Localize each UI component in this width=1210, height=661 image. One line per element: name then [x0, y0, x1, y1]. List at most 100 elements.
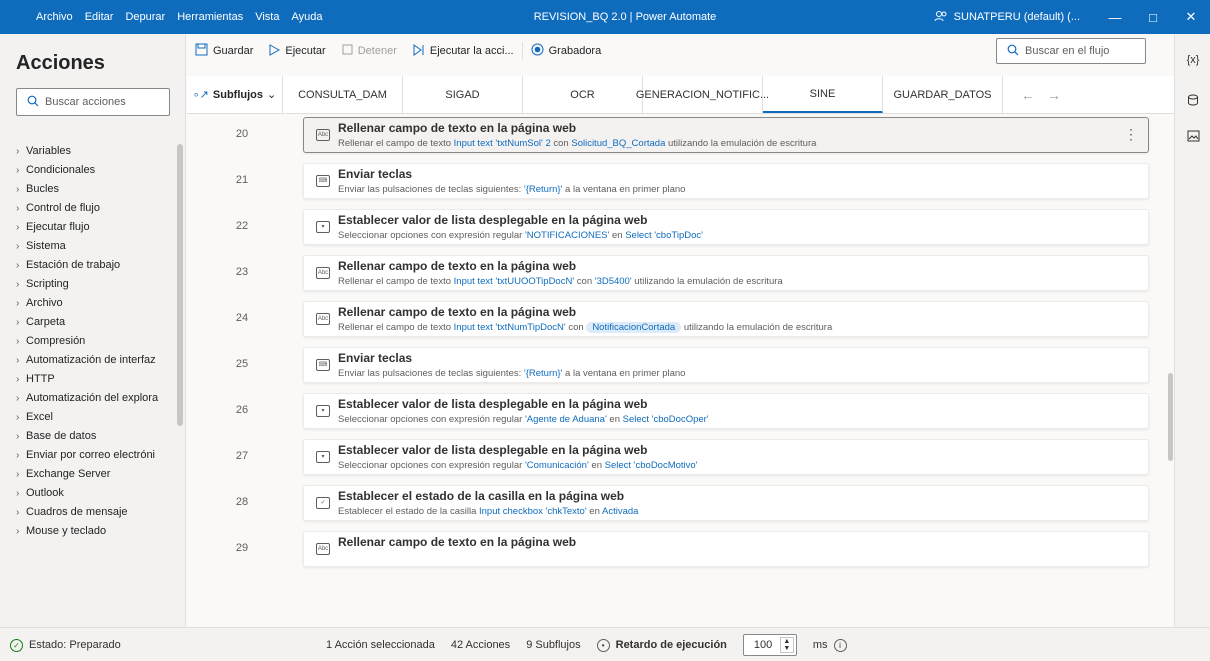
- delay-input[interactable]: 100 ▲ ▼: [742, 634, 797, 656]
- flow-step[interactable]: 26 ▾ Establecer valor de lista desplegable…: [187, 387, 1174, 433]
- action-category[interactable]: › Outlook: [0, 484, 176, 503]
- chevron-right-icon: ›: [16, 317, 20, 328]
- action-category[interactable]: › Excel: [0, 408, 176, 427]
- action-category[interactable]: › Bucles: [0, 180, 176, 199]
- run-action-button[interactable]: Ejecutar la acci...: [405, 38, 522, 64]
- action-category[interactable]: › Scripting: [0, 275, 176, 294]
- tab-sigad[interactable]: SIGAD: [403, 76, 523, 113]
- action-category[interactable]: › Archivo: [0, 294, 176, 313]
- tab-sine[interactable]: SINE: [763, 76, 883, 113]
- chevron-right-icon: ›: [16, 355, 20, 366]
- search-actions-input[interactable]: Buscar acciones: [16, 88, 170, 116]
- close-icon[interactable]: ✕: [1172, 0, 1210, 34]
- action-category[interactable]: › Base de datos: [0, 427, 176, 446]
- action-category[interactable]: › Exchange Server: [0, 465, 176, 484]
- run-button[interactable]: Ejecutar: [261, 38, 333, 64]
- spinner-icon[interactable]: ▲ ▼: [779, 637, 794, 653]
- menu-herramientas[interactable]: Herramientas: [171, 0, 249, 34]
- action-category[interactable]: › Automatización del explora: [0, 389, 176, 408]
- action-text: a la ventana en primer plano: [562, 368, 686, 379]
- action-category[interactable]: › Mouse y teclado: [0, 522, 176, 541]
- action-category[interactable]: › Compresión: [0, 332, 176, 351]
- action-description: Enviar las pulsaciones de teclas siguien…: [338, 368, 685, 379]
- flow-step[interactable]: 23 Abc Rellenar campo de texto en la págin…: [187, 249, 1174, 295]
- action-parameter: 'NOTIFICACIONES': [524, 230, 610, 241]
- action-card[interactable]: ⌨ Enviar teclas Enviar las pulsaciones de …: [303, 163, 1149, 199]
- action-card[interactable]: Abc Rellenar campo de texto en la página …: [303, 301, 1149, 337]
- menu-editar[interactable]: Editar: [79, 0, 120, 34]
- subflow-tabs: ∘↗ Subflujos ⌄ CONSULTA_DAM SIGAD OCR GE…: [187, 76, 1174, 114]
- action-category[interactable]: › Automatización de interfaz: [0, 351, 176, 370]
- action-category[interactable]: › Ejecutar flujo: [0, 218, 176, 237]
- save-button[interactable]: Guardar: [187, 38, 261, 64]
- flow-step[interactable]: 25 ⌨ Enviar teclas Enviar las pulsaciones d…: [187, 341, 1174, 387]
- flow-step[interactable]: 21 ⌨ Enviar teclas Enviar las pulsaciones d…: [187, 157, 1174, 203]
- flow-step[interactable]: 22 ▾ Establecer valor de lista desplegable…: [187, 203, 1174, 249]
- tab-ocr[interactable]: OCR: [523, 76, 643, 113]
- action-text: a la ventana en primer plano: [562, 184, 686, 195]
- flow-search-input[interactable]: Buscar en el flujo: [996, 38, 1146, 64]
- chevron-right-icon: ›: [16, 260, 20, 271]
- action-card[interactable]: ▾ Establecer valor de lista desplegable e…: [303, 393, 1149, 429]
- action-category[interactable]: › HTTP: [0, 370, 176, 389]
- flow-step[interactable]: 24 Abc Rellenar campo de texto en la págin…: [187, 295, 1174, 341]
- action-title: Enviar teclas: [338, 351, 413, 365]
- step-number: 27: [235, 450, 249, 462]
- action-category[interactable]: › Variables: [0, 142, 176, 161]
- action-card[interactable]: Abc Rellenar campo de texto en la página …: [303, 531, 1149, 567]
- maximize-icon[interactable]: □: [1134, 0, 1172, 34]
- minimize-icon[interactable]: —: [1096, 0, 1134, 34]
- action-card[interactable]: Abc Rellenar campo de texto en la página …: [303, 255, 1149, 291]
- checkbox-icon: ✓: [316, 497, 330, 509]
- dropdown-icon: ▾: [316, 221, 330, 233]
- action-card[interactable]: ✓ Establecer el estado de la casilla en l…: [303, 485, 1149, 521]
- action-parameter: '{Return}': [523, 368, 563, 379]
- flow-step[interactable]: 29 Abc Rellenar campo de texto en la págin…: [187, 525, 1174, 571]
- flow-step[interactable]: 27 ▾ Establecer valor de lista desplegable…: [187, 433, 1174, 479]
- record-icon: [531, 43, 544, 59]
- arrow-left-icon[interactable]: ←: [1021, 87, 1035, 103]
- info-icon[interactable]: i: [833, 638, 847, 652]
- action-category[interactable]: › Enviar por correo electróni: [0, 446, 176, 465]
- action-card[interactable]: Abc Rellenar campo de texto en la página …: [303, 117, 1149, 153]
- arrow-right-icon[interactable]: →: [1047, 87, 1061, 103]
- step-number: 28: [235, 496, 249, 508]
- menu-archivo[interactable]: Archivo: [30, 0, 79, 34]
- menu-depurar[interactable]: Depurar: [119, 0, 171, 34]
- tab-consulta-dam[interactable]: CONSULTA_DAM: [283, 76, 403, 113]
- action-title: Establecer valor de lista desplegable en…: [338, 213, 648, 227]
- action-category-label: Automatización del explora: [26, 392, 159, 404]
- tab-guardar-datos[interactable]: GUARDAR_DATOS: [883, 76, 1003, 113]
- action-parameter: Input text 'txtUUOOTipDocN': [453, 276, 575, 287]
- action-card[interactable]: ⌨ Enviar teclas Enviar las pulsaciones de …: [303, 347, 1149, 383]
- stop-button[interactable]: Detener: [334, 38, 405, 64]
- action-category[interactable]: › Sistema: [0, 237, 176, 256]
- action-description: Seleccionar opciones con expresión regul…: [338, 414, 709, 425]
- actions-scrollbar[interactable]: [177, 144, 183, 426]
- tab-scroll-arrows: ← →: [1003, 76, 1061, 113]
- subflows-dropdown[interactable]: ∘↗ Subflujos ⌄: [187, 76, 283, 113]
- action-card[interactable]: ▾ Establecer valor de lista desplegable e…: [303, 209, 1149, 245]
- images-icon[interactable]: [1175, 130, 1210, 145]
- action-card[interactable]: ▾ Establecer valor de lista desplegable e…: [303, 439, 1149, 475]
- action-text: Enviar las pulsaciones de teclas siguien…: [338, 368, 524, 379]
- action-category[interactable]: › Condicionales: [0, 161, 176, 180]
- recorder-label: Grabadora: [548, 45, 602, 57]
- action-category-label: Mouse y teclado: [26, 525, 107, 537]
- account-button[interactable]: SUNATPERU (default) (...: [934, 0, 1080, 34]
- action-category[interactable]: › Carpeta: [0, 313, 176, 332]
- action-category[interactable]: › Control de flujo: [0, 199, 176, 218]
- variables-icon[interactable]: {x}: [1175, 54, 1210, 66]
- flow-step[interactable]: 20 Abc Rellenar campo de texto en la págin…: [187, 115, 1174, 157]
- action-category[interactable]: › Estación de trabajo: [0, 256, 176, 275]
- action-category[interactable]: › Cuadros de mensaje: [0, 503, 176, 522]
- database-icon[interactable]: [1175, 94, 1210, 109]
- recorder-button[interactable]: Grabadora: [523, 38, 610, 64]
- flow-step[interactable]: 28 ✓ Establecer el estado de la casilla en…: [187, 479, 1174, 525]
- menu-vista[interactable]: Vista: [249, 0, 285, 34]
- menu-ayuda[interactable]: Ayuda: [285, 0, 328, 34]
- keyboard-icon: ⌨: [316, 175, 330, 187]
- more-options-icon[interactable]: ⋮: [1124, 126, 1138, 143]
- chevron-right-icon: ›: [16, 222, 20, 233]
- tab-generacion-notific[interactable]: GENERACION_NOTIFIC...: [636, 76, 769, 113]
